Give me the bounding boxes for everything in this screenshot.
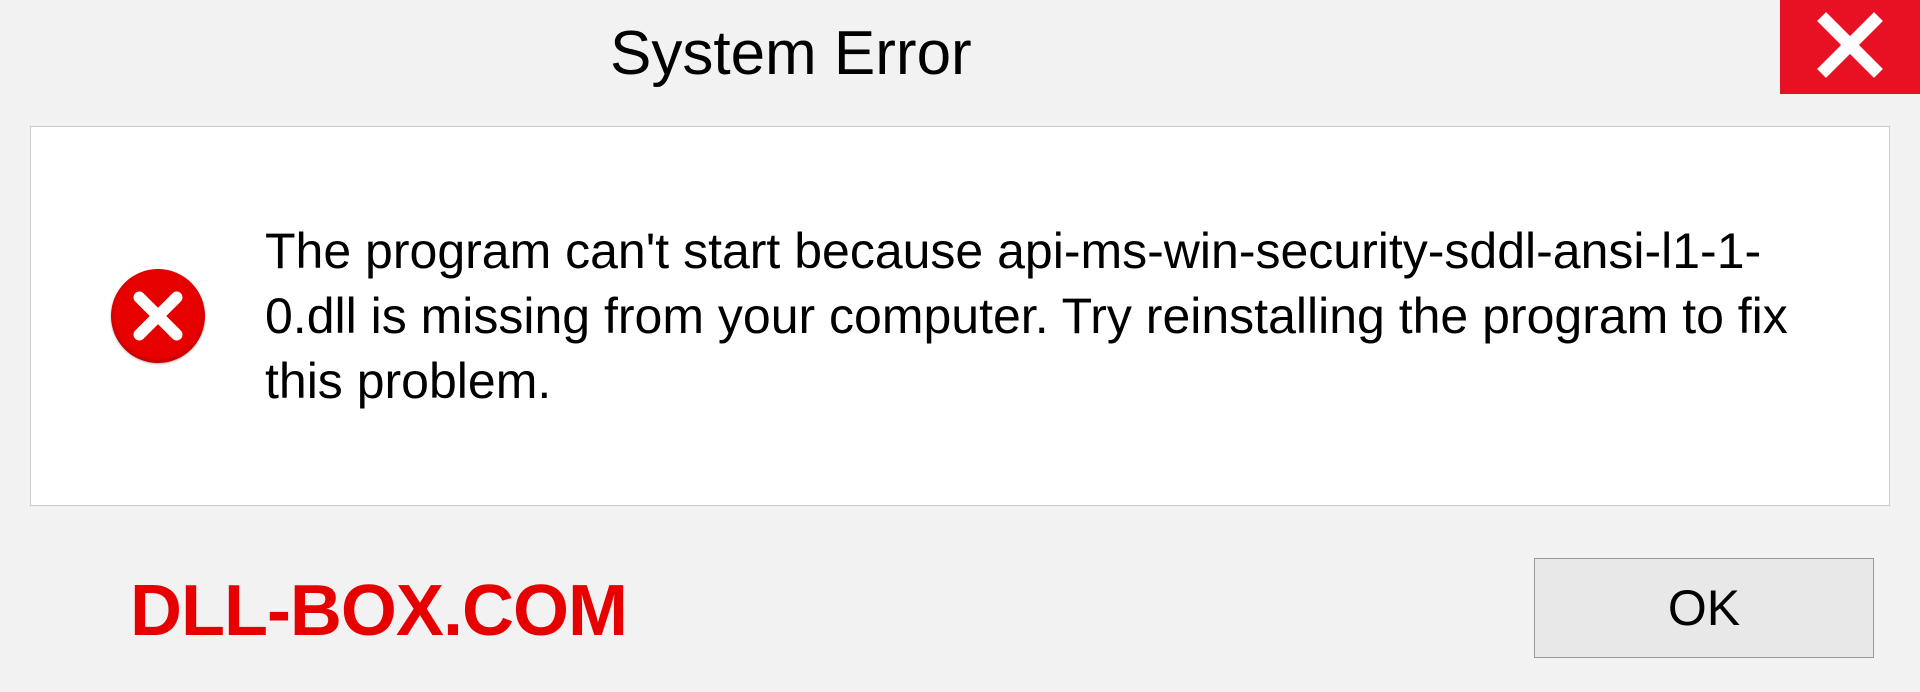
ok-button[interactable]: OK — [1534, 558, 1874, 658]
error-icon — [111, 269, 205, 363]
close-button[interactable] — [1780, 0, 1920, 94]
ok-button-label: OK — [1668, 579, 1740, 637]
titlebar: System Error — [0, 0, 1920, 96]
dialog-title: System Error — [610, 18, 972, 89]
error-message: The program can't start because api-ms-w… — [265, 219, 1809, 414]
content-panel: The program can't start because api-ms-w… — [30, 126, 1890, 506]
close-icon — [1814, 9, 1886, 86]
branding-text: DLL-BOX.COM — [130, 570, 627, 652]
